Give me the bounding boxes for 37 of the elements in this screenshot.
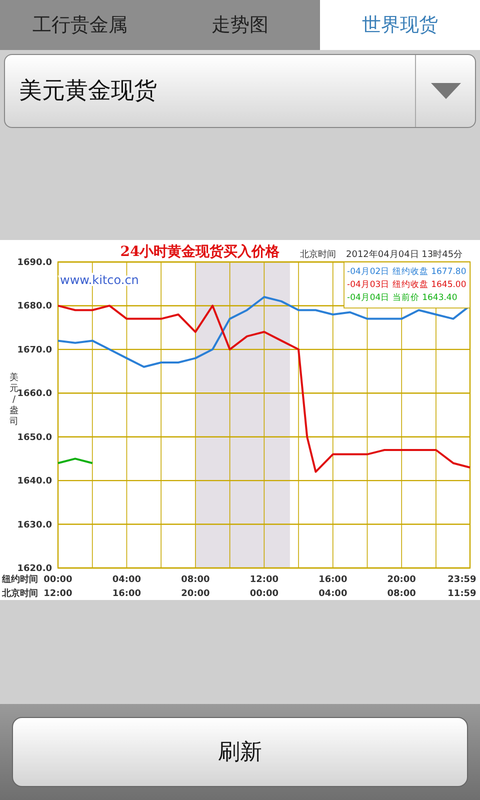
x-tick-label: 23:59 <box>448 575 476 585</box>
tab[interactable]: 世界现货 <box>320 0 480 50</box>
y-axis-label: 美元/盎司 <box>10 373 18 427</box>
x-tick-label: 20:00 <box>387 575 416 585</box>
x-tick-label: 04:00 <box>318 589 348 599</box>
y-tick-label: 1640.0 <box>17 476 52 487</box>
x-tick-label: 12:00 <box>44 589 72 599</box>
chart-title: 24小时黄金现货买入价格 <box>120 244 280 260</box>
tab[interactable]: 走势图 <box>160 0 320 50</box>
y-tick-label: 1680.0 <box>17 302 52 312</box>
x-tick-label: 00:00 <box>250 589 278 599</box>
y-tick-label: 1690.0 <box>17 258 52 268</box>
legend-entry: -04月04日 当前价 1643.40 <box>347 293 458 303</box>
x-tick-label: 08:00 <box>387 589 416 599</box>
x-tick-label: 11:59 <box>448 589 476 599</box>
y-tick-label: 1650.0 <box>17 432 52 443</box>
x-tick-label: 16:00 <box>112 589 142 599</box>
y-tick-label: 1660.0 <box>17 389 52 400</box>
row-label: 纽约时间 <box>2 575 38 585</box>
tab[interactable]: 工行贵金属 <box>0 0 160 50</box>
x-tick-label: 20:00 <box>181 589 210 599</box>
x-tick-label: 12:00 <box>250 575 278 585</box>
legend-entry: -04月03日 纽约收盘 1645.00 <box>347 280 466 290</box>
timestamp: 2012年04月04日 13时45分 <box>346 250 463 260</box>
timezone-label: 北京时间 <box>300 250 336 260</box>
x-tick-label: 00:00 <box>44 575 72 585</box>
row-label: 北京时间 <box>2 589 38 599</box>
x-tick-label: 04:00 <box>112 575 142 585</box>
x-tick-label: 08:00 <box>181 575 210 585</box>
dropdown-arrow-icon <box>430 83 460 99</box>
dropdown[interactable]: 美元黄金现货 <box>4 54 476 128</box>
x-tick-label: 16:00 <box>318 575 348 585</box>
y-tick-label: 1630.0 <box>17 520 52 530</box>
y-tick-label: 1670.0 <box>17 345 52 356</box>
refresh-button[interactable]: 刷新 <box>12 717 468 787</box>
legend-entry: -04月02日 纽约收盘 1677.80 <box>347 267 466 277</box>
y-tick-label: 1620.0 <box>17 564 52 574</box>
